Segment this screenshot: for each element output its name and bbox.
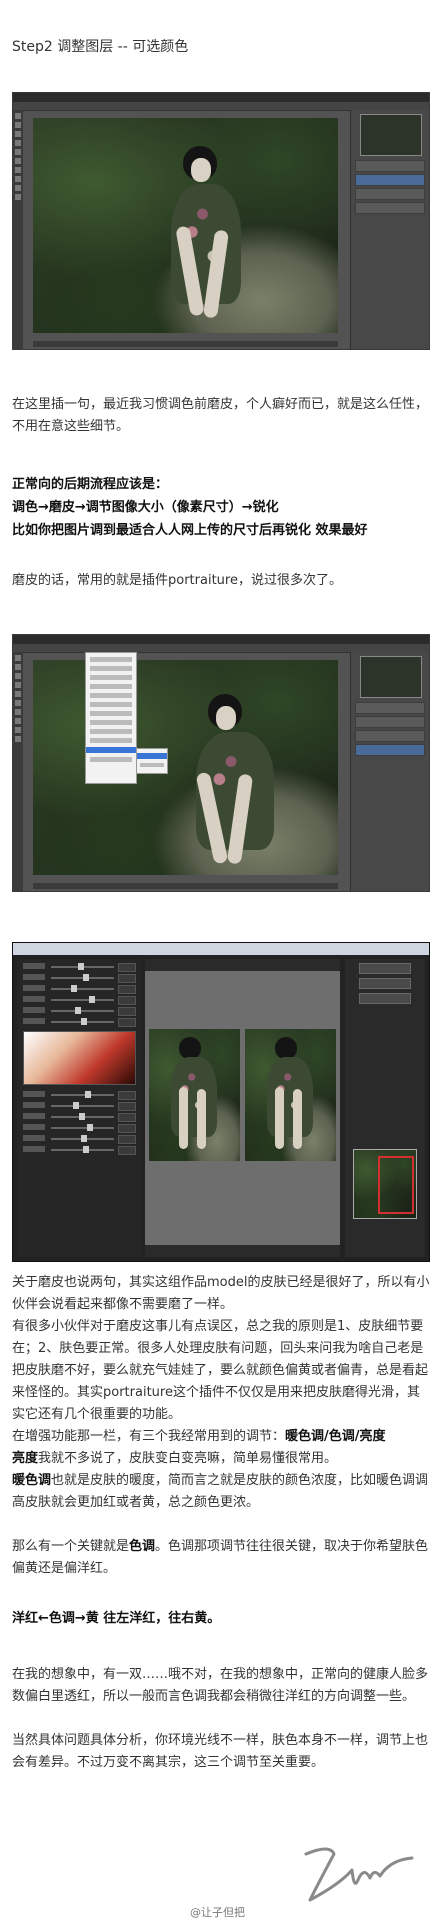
- plugin-right-panel: [345, 959, 425, 1257]
- preview-after: [245, 1029, 336, 1161]
- portraiture-plugin-window: [12, 942, 430, 1262]
- skin-tone-mask-gradient[interactable]: [23, 1031, 136, 1085]
- plugin-title-bar: [13, 943, 429, 955]
- paragraph-conclusion: 当然具体问题具体分析，你环境光线不一样，肤色本身不一样，调节上也会有差异。不过万…: [12, 1733, 429, 1770]
- hue-rule: 洋红←色调→黄 往左洋红，往右黄。: [12, 1611, 221, 1626]
- filter-menu-dropdown[interactable]: [85, 652, 137, 784]
- paragraph-warmth: 暖色调也就是皮肤的暖度，简而言之就是皮肤的颜色浓度，比如暖色调调高皮肤就会更加红…: [12, 1473, 429, 1510]
- ps-toolbox: [13, 652, 23, 891]
- workflow-line-1: 调色→磨皮→调节图像大小（像素尺寸）→锐化: [12, 500, 279, 515]
- step-title: Step2 调整图层 -- 可选颜色: [12, 39, 189, 55]
- ps-canvas-photo: [33, 118, 338, 333]
- ps-toolbox: [13, 110, 23, 349]
- signature-icon: [304, 1847, 414, 1902]
- ps-layers-panel: [350, 652, 429, 891]
- workflow-line-2: 比如你把图片调到最适合人人网上传的尺寸后再锐化 效果最好: [12, 523, 368, 538]
- photoshop-screenshot-1: [12, 92, 430, 350]
- ok-button[interactable]: [359, 963, 411, 974]
- paragraph-imagination: 在我的想象中，有一双……哦不对，在我的想象中，正常向的健康人脸多数偏白里透红，所…: [12, 1667, 429, 1704]
- photoshop-screenshot-2: [12, 634, 430, 892]
- reset-button[interactable]: [359, 993, 411, 1004]
- ps-canvas-photo: [33, 660, 338, 875]
- paragraph-hue: 那么有一个关键就是色调。色调那项调节往往很关键，取决于你希望肤色偏黄还是偏洋红。: [12, 1539, 429, 1576]
- preview-before: [149, 1029, 240, 1161]
- ps-layers-panel: [350, 110, 429, 349]
- paragraph-portraiture: 磨皮的话，常用的就是插件portraiture，说过很多次了。: [12, 573, 342, 588]
- ps-menubar: [13, 93, 429, 102]
- paragraph-enhance: 在增强功能那一栏，有三个我经常用到的调节：暖色调/色调/亮度 亮度我就不多说了，皮…: [12, 1429, 386, 1466]
- paragraph-model-skin: 关于磨皮也说两句，其实这组作品model的皮肤已经是很好了，所以有小伙伴会说看起…: [12, 1275, 430, 1312]
- workflow-heading: 正常向的后期流程应该是：: [12, 477, 169, 492]
- plugin-navigator-thumbnail: [353, 1149, 417, 1219]
- ps-menubar: [13, 635, 429, 644]
- plugin-preview-area: [145, 959, 340, 1257]
- paragraph-misconceptions: 有很多小伙伴对于磨皮这事儿有点误区，总之我的原则是1、皮肤细节要在；2、肤色要正…: [12, 1319, 429, 1422]
- plugin-settings-panel: [17, 959, 142, 1257]
- navigator-thumbnail: [360, 114, 422, 156]
- cancel-button[interactable]: [359, 978, 411, 989]
- navigator-thumbnail: [360, 656, 422, 698]
- watermark: @让子但把: [190, 1906, 245, 1919]
- filter-submenu[interactable]: [136, 748, 168, 774]
- paragraph-intro: 在这里插一句，最近我习惯调色前磨皮，个人癖好而已，就是这么任性，不用在意这些细节…: [12, 397, 429, 434]
